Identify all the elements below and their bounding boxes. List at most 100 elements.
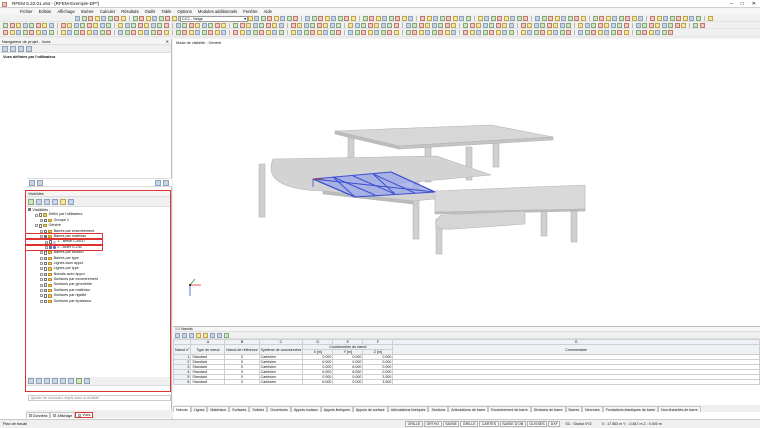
save-view-icon[interactable]: [37, 179, 43, 186]
tool-icon[interactable]: [362, 15, 368, 21]
tool-icon[interactable]: [520, 30, 526, 35]
tool-icon[interactable]: [527, 30, 532, 35]
table-tab[interactable]: Divisions de barre: [530, 406, 566, 412]
tool-icon[interactable]: [395, 15, 400, 21]
tree-checkbox[interactable]: [39, 224, 43, 228]
tool-icon[interactable]: [433, 15, 438, 21]
tool-icon[interactable]: [477, 15, 483, 21]
tool-icon[interactable]: [574, 15, 579, 21]
tool-icon[interactable]: [508, 30, 514, 35]
tool-icon[interactable]: [533, 22, 539, 28]
tool-icon[interactable]: [584, 22, 590, 28]
tool-icon[interactable]: [438, 22, 443, 28]
tool-icon[interactable]: [425, 22, 430, 28]
tool-icon[interactable]: [331, 15, 336, 21]
tool-icon[interactable]: [208, 22, 213, 28]
tool-icon[interactable]: [497, 15, 502, 21]
table-cell[interactable]: 6.000: [302, 379, 334, 385]
table-tab[interactable]: Articulations de barre: [448, 406, 489, 412]
tool-icon[interactable]: [137, 30, 143, 35]
tool-icon[interactable]: [661, 30, 667, 35]
tool-icon[interactable]: [99, 30, 105, 35]
close-icon[interactable]: ✕: [166, 39, 169, 44]
tool-icon[interactable]: [612, 15, 617, 21]
tool-icon[interactable]: [48, 30, 54, 35]
tool-icon[interactable]: [272, 22, 277, 28]
table-tab[interactable]: Nœuds: [173, 406, 191, 412]
delete-view-icon[interactable]: [18, 45, 24, 52]
select-icon[interactable]: [224, 332, 229, 338]
tool-icon[interactable]: [336, 22, 341, 28]
tool-icon[interactable]: [118, 22, 123, 28]
tab-views[interactable]: Vues: [75, 412, 94, 418]
tool-icon[interactable]: [67, 30, 72, 35]
edit-icon[interactable]: [175, 332, 180, 338]
tool-icon[interactable]: [695, 15, 701, 21]
tool-icon[interactable]: [157, 30, 162, 35]
tool-icon[interactable]: [48, 22, 54, 28]
tool-icon[interactable]: [214, 30, 220, 35]
tool-icon[interactable]: [642, 30, 647, 35]
expand-icon[interactable]: [40, 267, 43, 271]
tool-icon[interactable]: [29, 30, 34, 35]
tool-icon[interactable]: [655, 30, 660, 35]
tool-icon[interactable]: [642, 22, 647, 28]
tool-icon[interactable]: [604, 22, 609, 28]
table-tab[interactable]: Sections: [428, 406, 449, 412]
tool-icon[interactable]: [548, 15, 553, 21]
tool-icon[interactable]: [476, 22, 481, 28]
tool-icon[interactable]: [354, 22, 360, 28]
tool-icon[interactable]: [188, 22, 194, 28]
tool-icon[interactable]: [668, 22, 673, 28]
paste-icon[interactable]: [189, 332, 194, 338]
select-icon[interactable]: [52, 198, 58, 205]
expand-icon[interactable]: [40, 272, 43, 276]
tool-icon[interactable]: [495, 30, 501, 35]
tool-icon[interactable]: [221, 30, 226, 35]
tool-icon[interactable]: [591, 30, 596, 35]
tool-icon[interactable]: [303, 30, 309, 35]
tool-icon[interactable]: [35, 22, 41, 28]
table-tab[interactable]: Appuis linéiques: [320, 406, 353, 412]
tool-icon[interactable]: [323, 22, 328, 28]
tool-icon[interactable]: [635, 22, 641, 28]
tool-icon[interactable]: [631, 15, 637, 21]
tool-icon[interactable]: [144, 22, 149, 28]
expand-icon[interactable]: [40, 229, 43, 233]
tool-icon[interactable]: [374, 22, 379, 28]
tool-icon[interactable]: [508, 22, 514, 28]
tool-icon[interactable]: [318, 15, 323, 21]
tool-icon[interactable]: [106, 30, 111, 35]
tool-icon[interactable]: [682, 15, 688, 21]
tool-icon[interactable]: [418, 22, 424, 28]
tool-icon[interactable]: [369, 15, 374, 21]
tool-icon[interactable]: [336, 30, 341, 35]
tool-icon[interactable]: [707, 15, 713, 21]
snap-toggle[interactable]: GRILLE: [460, 421, 479, 427]
import-icon[interactable]: [217, 332, 222, 338]
tool-icon[interactable]: [661, 22, 667, 28]
tool-icon[interactable]: [316, 22, 322, 28]
tool-icon[interactable]: [523, 15, 528, 21]
tool-icon[interactable]: [597, 22, 603, 28]
tool-icon[interactable]: [503, 15, 509, 21]
tool-icon[interactable]: [233, 22, 238, 28]
menu-item[interactable]: Résultats: [121, 9, 138, 14]
tool-icon[interactable]: [541, 15, 547, 21]
tool-icon[interactable]: [444, 30, 450, 35]
tree-checkbox[interactable]: [44, 261, 48, 266]
tab-data[interactable]: Données: [26, 412, 51, 418]
tool-icon[interactable]: [605, 15, 611, 21]
tool-icon[interactable]: [566, 30, 571, 35]
tree-item[interactable]: Surfaces par épaisseur: [26, 299, 170, 304]
tool-icon[interactable]: [165, 15, 170, 21]
expand-icon[interactable]: [40, 262, 43, 266]
tool-icon[interactable]: [482, 30, 488, 35]
tool-icon[interactable]: [195, 22, 200, 28]
tool-icon[interactable]: [412, 22, 417, 28]
maximize-icon[interactable]: □: [741, 1, 744, 7]
hidden-icon[interactable]: [52, 378, 58, 384]
tool-icon[interactable]: [35, 30, 41, 35]
tool-icon[interactable]: [401, 15, 407, 21]
tree-checkbox[interactable]: [44, 278, 48, 282]
